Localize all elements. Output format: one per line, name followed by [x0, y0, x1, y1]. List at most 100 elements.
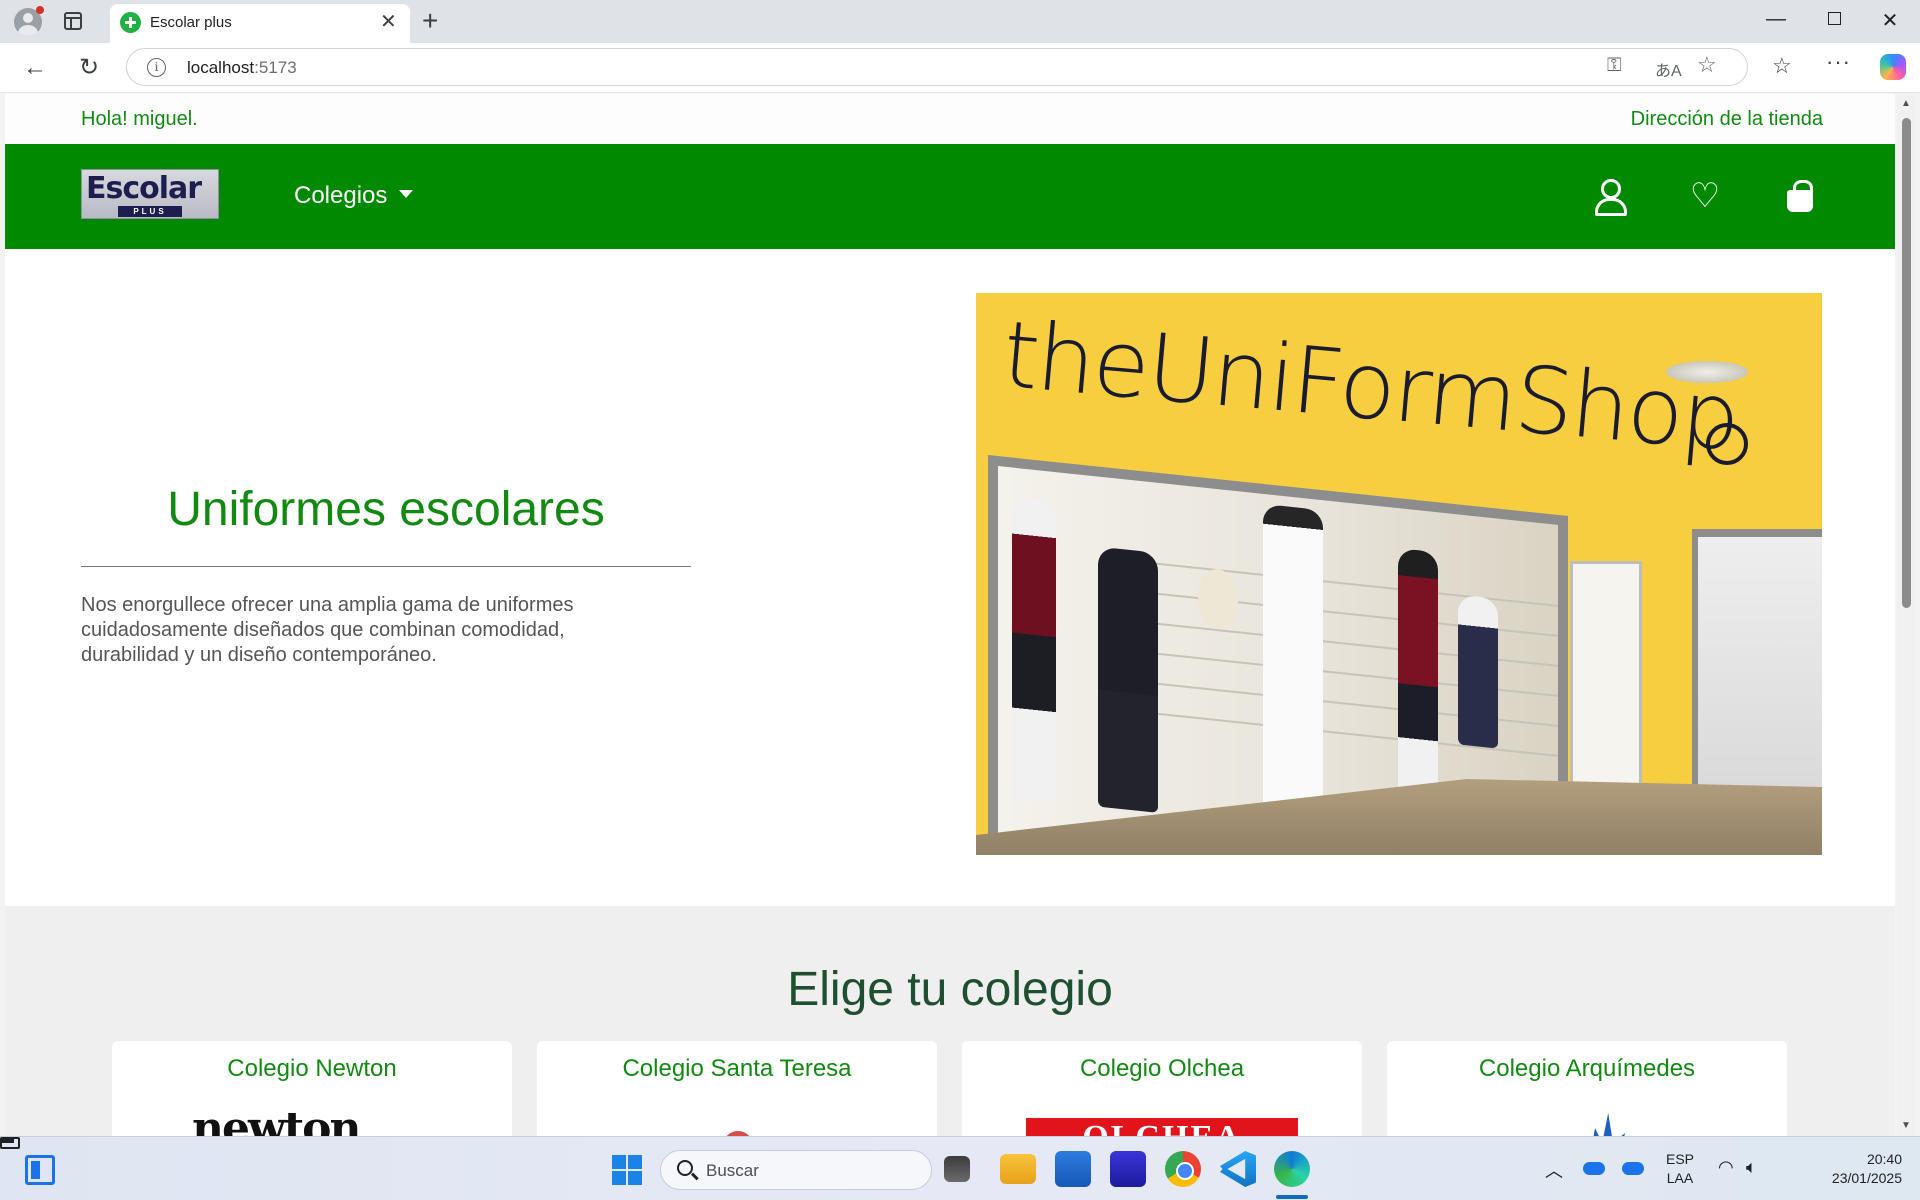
school-name: Colegio Santa Teresa [622, 1055, 852, 1082]
schools-section-title: Elige tu colegio [787, 963, 1113, 1016]
caret-down-icon [399, 190, 414, 198]
shop-window-right-display [1698, 537, 1822, 827]
minimize-button[interactable]: — [1756, 8, 1796, 31]
search-icon [677, 1160, 693, 1176]
favorites-icon[interactable]: ☆ [1772, 53, 1792, 79]
page-scrollbar[interactable]: ▲ ▼ [1897, 94, 1915, 1136]
copilot-icon[interactable] [1880, 54, 1906, 80]
browser-tabbar: Escolar plus ✕ + — ✕ [0, 0, 1920, 43]
school-card-santa-teresa[interactable]: Colegio Santa Teresa [537, 1041, 937, 1136]
onedrive-icon[interactable] [1583, 1162, 1605, 1175]
newton-logo: newton [192, 1103, 362, 1136]
address-bar[interactable]: i localhost:5173 ⚿ あA ☆ [126, 48, 1748, 86]
back-button[interactable]: ← [20, 53, 50, 83]
language-code: ESP [1666, 1151, 1695, 1167]
logo-sub-text: PLUS [118, 206, 182, 217]
star-icon[interactable]: ☆ [1697, 52, 1717, 78]
start-icon[interactable] [612, 1155, 642, 1185]
colegios-label: Colegios [294, 182, 388, 209]
hero-divider [81, 566, 691, 567]
school-name: Colegio Arquímedes [1478, 1055, 1696, 1082]
shop-door [1570, 561, 1642, 801]
tab-actions-icon[interactable] [64, 12, 82, 30]
notification-dot [36, 6, 44, 14]
keyboard-layout: LAA [1666, 1170, 1694, 1186]
translate-icon[interactable]: あA [1655, 57, 1682, 81]
restore-icon [1827, 12, 1841, 25]
maximize-button[interactable] [1814, 8, 1854, 31]
start-icon-tile [628, 1155, 642, 1169]
onedrive-icon[interactable] [1622, 1162, 1644, 1175]
colegios-dropdown[interactable]: Colegios [294, 182, 414, 210]
olchea-logo: OLCHEA [1026, 1118, 1298, 1136]
visual-studio-icon[interactable] [1110, 1151, 1146, 1187]
scroll-up-icon[interactable]: ▲ [1901, 98, 1911, 109]
url-port: :5173 [254, 58, 297, 77]
mannequin [1458, 594, 1498, 749]
top-info-bar: Hola! miguel. Dirección de la tienda [5, 94, 1895, 144]
hat-display [1198, 567, 1238, 632]
language-indicator[interactable]: ESP LAA [1666, 1150, 1694, 1188]
search-placeholder: Buscar [706, 1161, 759, 1180]
close-window-button[interactable]: ✕ [1870, 8, 1910, 33]
edge-icon[interactable] [1274, 1151, 1310, 1187]
browser-tab[interactable]: Escolar plus ✕ [110, 4, 410, 43]
hero-description: Nos enorgullece ofrecer una amplia gama … [81, 594, 574, 666]
windows-taskbar: Buscar ︿ ESP LAA ◠ 🔈︎ 20:40 23/01/2025 [0, 1136, 1920, 1200]
store-icon[interactable] [1055, 1151, 1091, 1187]
new-tab-button[interactable]: + [422, 6, 438, 36]
school-card-olchea[interactable]: Colegio Olchea OLCHEA [962, 1041, 1362, 1136]
key-icon[interactable]: ⚿ [1607, 55, 1621, 77]
school-name: Colegio Newton [227, 1055, 397, 1082]
active-app-indicator [1276, 1195, 1308, 1199]
uniform-shop-image: theUniFormShop [976, 293, 1822, 855]
vscode-icon[interactable] [1220, 1151, 1256, 1187]
scroll-thumb[interactable] [1902, 118, 1911, 608]
info-icon[interactable]: i [147, 58, 166, 77]
file-explorer-icon[interactable] [1000, 1154, 1036, 1184]
page-viewport: Hola! miguel. Dirección de la tienda Esc… [5, 94, 1895, 1136]
shop-sign-text: theUniFormShop [998, 301, 1743, 472]
school-card-arquimedes[interactable]: Colegio Arquímedes [1387, 1041, 1787, 1136]
store-address-link[interactable]: Dirección de la tienda [1631, 108, 1823, 131]
clock[interactable]: 20:40 23/01/2025 [1812, 1150, 1902, 1188]
mannequin [1012, 497, 1056, 803]
wall-slat [1118, 558, 1558, 607]
site-favicon-icon [120, 12, 141, 33]
arquimedes-logo [1589, 1113, 1625, 1136]
shopping-bag-icon[interactable] [1782, 178, 1818, 214]
chrome-icon[interactable] [1165, 1151, 1201, 1187]
more-icon[interactable]: ··· [1826, 49, 1851, 75]
browser-toolbar: ← ↻ i localhost:5173 ⚿ あA ☆ ☆ ··· [0, 43, 1920, 93]
start-icon-tile [612, 1171, 626, 1185]
hanger-logo-icon [1706, 423, 1748, 465]
tab-close-button[interactable]: ✕ [380, 12, 397, 32]
hero-title: Uniformes escolares [167, 483, 605, 536]
start-icon-tile [612, 1155, 626, 1169]
site-logo[interactable]: Escolar PLUS [81, 169, 219, 219]
heart-icon[interactable]: ♡ [1687, 178, 1723, 214]
battery-icon[interactable] [0, 1137, 20, 1149]
task-view-icon[interactable] [944, 1156, 970, 1182]
time: 20:40 [1866, 1151, 1902, 1167]
url-host: localhost [187, 58, 255, 77]
greeting-text: Hola! miguel. [81, 108, 198, 130]
scroll-down-icon[interactable]: ▼ [1901, 1120, 1911, 1131]
volume-icon[interactable]: 🔈︎ [1746, 1157, 1757, 1178]
widgets-icon[interactable] [25, 1155, 55, 1185]
cricket-mannequin [1263, 503, 1323, 841]
school-card-newton[interactable]: Colegio Newton newton [112, 1041, 512, 1136]
taskbar-search[interactable]: Buscar [660, 1150, 932, 1190]
tab-title: Escolar plus [150, 14, 232, 31]
logo-main-text: Escolar [86, 171, 202, 206]
jacket-display [1098, 546, 1158, 813]
reload-button[interactable]: ↻ [74, 53, 104, 83]
start-icon-tile [628, 1171, 642, 1185]
wifi-icon[interactable]: ◠ [1718, 1157, 1734, 1178]
ceiling-light [1666, 361, 1748, 383]
user-icon[interactable] [1592, 178, 1628, 216]
mannequin [1398, 548, 1438, 823]
url-text[interactable]: localhost:5173 [187, 58, 297, 78]
main-navbar: Escolar PLUS Colegios ♡ [5, 144, 1895, 249]
chevron-up-icon[interactable]: ︿ [1545, 1157, 1563, 1183]
